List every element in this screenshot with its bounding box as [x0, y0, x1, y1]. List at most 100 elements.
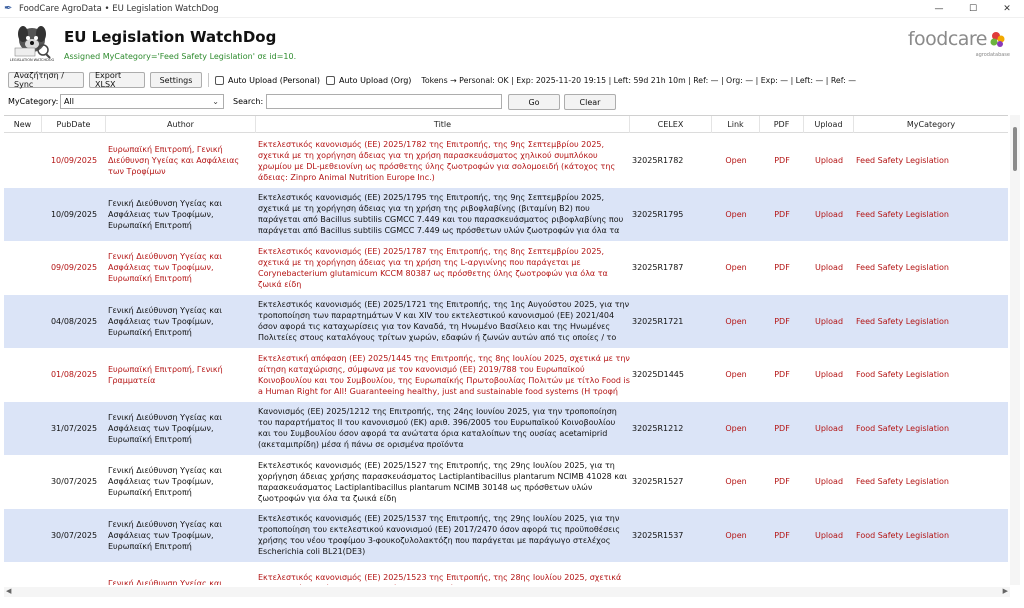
table-row[interactable]: 10/09/2025 Γενική Διεύθυνση Υγείας και Ασ…: [4, 187, 1008, 242]
minimize-button[interactable]: —: [922, 0, 956, 18]
pdf-link[interactable]: PDF: [760, 509, 804, 563]
open-link[interactable]: Open: [712, 188, 760, 242]
open-link-text[interactable]: Open: [725, 155, 746, 166]
pdf-link-text[interactable]: PDF: [774, 316, 790, 327]
cell-celex: 32025R1795: [630, 188, 712, 242]
sync-button[interactable]: Αναζήτηση / Sync: [8, 71, 84, 89]
auto-upload-org-checkbox[interactable]: Auto Upload (Org): [325, 75, 412, 85]
table-row[interactable]: 10/09/2025 Ευρωπαϊκή Επιτροπή, Γενική Διε…: [4, 134, 1008, 188]
upload-link-text[interactable]: Upload: [815, 583, 843, 585]
open-link[interactable]: Open: [712, 295, 760, 349]
upload-link-text[interactable]: Upload: [815, 423, 843, 434]
upload-link-text[interactable]: Upload: [815, 316, 843, 327]
column-header-author[interactable]: Author: [106, 116, 256, 133]
column-header-pdf[interactable]: PDF: [760, 116, 804, 133]
open-link-text[interactable]: Open: [725, 583, 746, 585]
open-link[interactable]: Open: [712, 241, 760, 295]
pdf-link-text[interactable]: PDF: [774, 209, 790, 220]
pdf-link-text[interactable]: PDF: [774, 155, 790, 166]
pdf-link[interactable]: PDF: [760, 562, 804, 585]
table-row[interactable]: 30/07/2025 Γενική Διεύθυνση Υγείας και Ασ…: [4, 508, 1008, 563]
upload-link[interactable]: Upload: [804, 509, 854, 563]
pdf-link[interactable]: PDF: [760, 295, 804, 349]
upload-link-text[interactable]: Upload: [815, 209, 843, 220]
pdf-link[interactable]: PDF: [760, 241, 804, 295]
column-header-upload[interactable]: Upload: [804, 116, 854, 133]
close-button[interactable]: ✕: [990, 0, 1024, 18]
settings-button[interactable]: Settings: [150, 72, 202, 88]
auto-upload-personal-checkbox[interactable]: Auto Upload (Personal): [215, 75, 320, 85]
open-link[interactable]: Open: [712, 509, 760, 563]
export-xlsx-button[interactable]: Export XLSX: [89, 71, 145, 89]
open-link[interactable]: Open: [712, 455, 760, 509]
pdf-link[interactable]: PDF: [760, 134, 804, 188]
upload-link[interactable]: Upload: [804, 402, 854, 456]
column-header-mycategory[interactable]: MyCategory: [854, 116, 1008, 133]
upload-link-text[interactable]: Upload: [815, 369, 843, 380]
open-link-text[interactable]: Open: [725, 262, 746, 273]
table-row[interactable]: 29/07/2025 Γενική Διεύθυνση Υγείας και Ασ…: [4, 562, 1008, 585]
upload-link[interactable]: Upload: [804, 241, 854, 295]
column-header-pubdate[interactable]: PubDate: [42, 116, 106, 133]
open-link-text[interactable]: Open: [725, 530, 746, 541]
open-link-text[interactable]: Open: [725, 476, 746, 487]
pdf-link-text[interactable]: PDF: [774, 530, 790, 541]
table-row[interactable]: 01/08/2025 Ευρωπαϊκή Επιτροπή, Γενική Γρα…: [4, 348, 1008, 402]
table-row[interactable]: 30/07/2025 Γενική Διεύθυνση Υγείας και Ασ…: [4, 455, 1008, 509]
open-link[interactable]: Open: [712, 562, 760, 585]
mycategory-select[interactable]: All ⌄: [60, 94, 224, 109]
checkbox-box[interactable]: [215, 75, 224, 85]
upload-link[interactable]: Upload: [804, 348, 854, 402]
open-link-text[interactable]: Open: [725, 423, 746, 434]
vertical-scroll-thumb[interactable]: [1013, 127, 1017, 171]
table-row[interactable]: 04/08/2025 Γενική Διεύθυνση Υγείας και Ασ…: [4, 294, 1008, 349]
open-link-text[interactable]: Open: [725, 316, 746, 327]
column-header-link[interactable]: Link: [712, 116, 760, 133]
column-header-celex[interactable]: CELEX: [630, 116, 712, 133]
pdf-link[interactable]: PDF: [760, 348, 804, 402]
pdf-link-text[interactable]: PDF: [774, 262, 790, 273]
upload-link-text[interactable]: Upload: [815, 530, 843, 541]
search-input[interactable]: [266, 94, 502, 109]
maximize-button[interactable]: ☐: [956, 0, 990, 18]
upload-link[interactable]: Upload: [804, 134, 854, 188]
upload-link[interactable]: Upload: [804, 188, 854, 242]
cell-mycategory-text: Feed Safety Legislation: [856, 263, 949, 273]
pdf-link[interactable]: PDF: [760, 188, 804, 242]
cell-celex: 32025D1445: [630, 348, 712, 402]
open-link[interactable]: Open: [712, 134, 760, 188]
pdf-link-text[interactable]: PDF: [774, 369, 790, 380]
horizontal-scrollbar[interactable]: ◀ ▶: [4, 587, 1010, 597]
table-row[interactable]: 31/07/2025 Γενική Διεύθυνση Υγείας και Ασ…: [4, 401, 1008, 456]
cell-author-text: Γενική Διεύθυνση Υγείας και Ασφάλειας τω…: [108, 466, 222, 498]
open-link[interactable]: Open: [712, 348, 760, 402]
upload-link-text[interactable]: Upload: [815, 262, 843, 273]
cell-mycategory-text: Feed Safety Legislation: [856, 583, 949, 585]
pdf-link[interactable]: PDF: [760, 455, 804, 509]
upload-link[interactable]: Upload: [804, 562, 854, 585]
open-link[interactable]: Open: [712, 402, 760, 456]
scroll-left-arrow-icon[interactable]: ◀: [6, 587, 11, 595]
upload-link[interactable]: Upload: [804, 295, 854, 349]
cell-celex-text: 32025D1445: [632, 370, 684, 380]
open-link-text[interactable]: Open: [725, 369, 746, 380]
scroll-right-arrow-icon[interactable]: ▶: [1003, 587, 1008, 595]
checkbox-box[interactable]: [325, 75, 335, 85]
table-row[interactable]: 09/09/2025 Γενική Διεύθυνση Υγείας και Ασ…: [4, 241, 1008, 295]
column-header-title[interactable]: Title: [256, 116, 630, 133]
upload-link-text[interactable]: Upload: [815, 155, 843, 166]
pdf-link-text[interactable]: PDF: [774, 583, 790, 585]
open-link-text[interactable]: Open: [725, 209, 746, 220]
pdf-link[interactable]: PDF: [760, 402, 804, 456]
logo-caption: LEGISLATION WATCHDOG: [9, 58, 55, 62]
pdf-link-text[interactable]: PDF: [774, 476, 790, 487]
column-header-new[interactable]: New: [4, 116, 42, 133]
cell-new: [4, 241, 42, 295]
checkbox-label: Auto Upload (Org): [338, 75, 412, 85]
go-button[interactable]: Go: [508, 94, 560, 110]
clear-button[interactable]: Clear: [564, 94, 616, 110]
upload-link-text[interactable]: Upload: [815, 476, 843, 487]
pdf-link-text[interactable]: PDF: [774, 423, 790, 434]
upload-link[interactable]: Upload: [804, 455, 854, 509]
vertical-scrollbar[interactable]: [1010, 115, 1020, 585]
